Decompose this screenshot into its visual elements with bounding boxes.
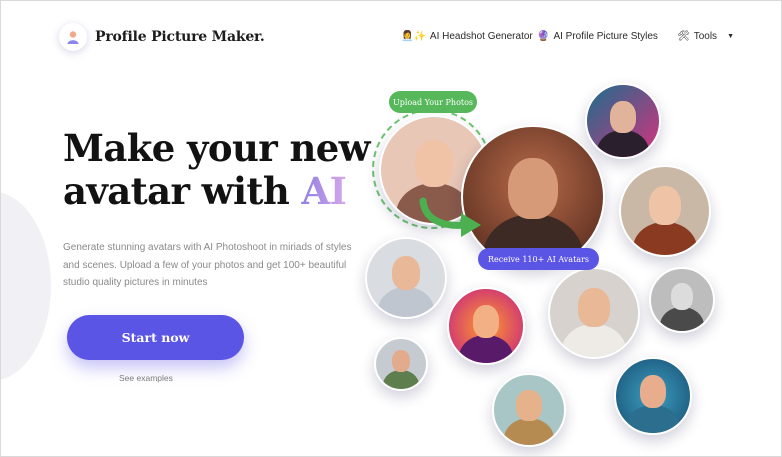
- arrow-icon: [419, 197, 481, 237]
- chevron-down-icon: ▼: [727, 33, 734, 40]
- avatar-business: [365, 237, 447, 319]
- hero-description: Generate stunning avatars with AI Photos…: [63, 242, 352, 288]
- logo-text: Profile Picture Maker.: [95, 29, 265, 45]
- receive-avatars-badge[interactable]: Receive 110+ AI Avatars: [478, 248, 599, 270]
- avatar-fantasy: [492, 373, 566, 447]
- crystal-ball-icon: 🔮: [537, 31, 550, 42]
- page: Profile Picture Maker. 👩‍💼✨ AI Headshot …: [0, 0, 782, 457]
- avatar-underwater: [614, 357, 692, 435]
- logo-avatar-icon: [59, 23, 87, 51]
- nav-label: AI Headshot Generator: [429, 31, 533, 42]
- avatar-pop-art: [447, 287, 525, 365]
- hero-title-ai: AI: [301, 169, 347, 213]
- avatar-redhead: [619, 165, 711, 257]
- tools-icon: 🛠: [677, 31, 690, 42]
- nav-label: Tools: [693, 31, 718, 42]
- nav-ai-profile-picture-styles[interactable]: 🔮 AI Profile Picture Styles: [537, 31, 658, 42]
- avatar-bw: [649, 267, 715, 333]
- headshot-icon: 👩‍💼✨: [401, 31, 426, 42]
- avatar-neon: [585, 83, 661, 159]
- logo[interactable]: Profile Picture Maker.: [59, 23, 265, 51]
- upload-photos-badge[interactable]: Upload Your Photos: [389, 91, 477, 113]
- background-shape: [1, 191, 51, 381]
- nav-tools[interactable]: 🛠 Tools ▼: [677, 31, 734, 42]
- nav-label: AI Profile Picture Styles: [553, 31, 658, 42]
- avatar-green-top: [374, 337, 428, 391]
- avatar-astronaut: [548, 267, 640, 359]
- nav-ai-headshot-generator[interactable]: 👩‍💼✨ AI Headshot Generator: [401, 31, 533, 42]
- see-examples-link[interactable]: See examples: [119, 373, 173, 383]
- start-now-button[interactable]: Start now: [67, 315, 244, 360]
- hero-title: Make your new avatar with AI: [63, 127, 383, 213]
